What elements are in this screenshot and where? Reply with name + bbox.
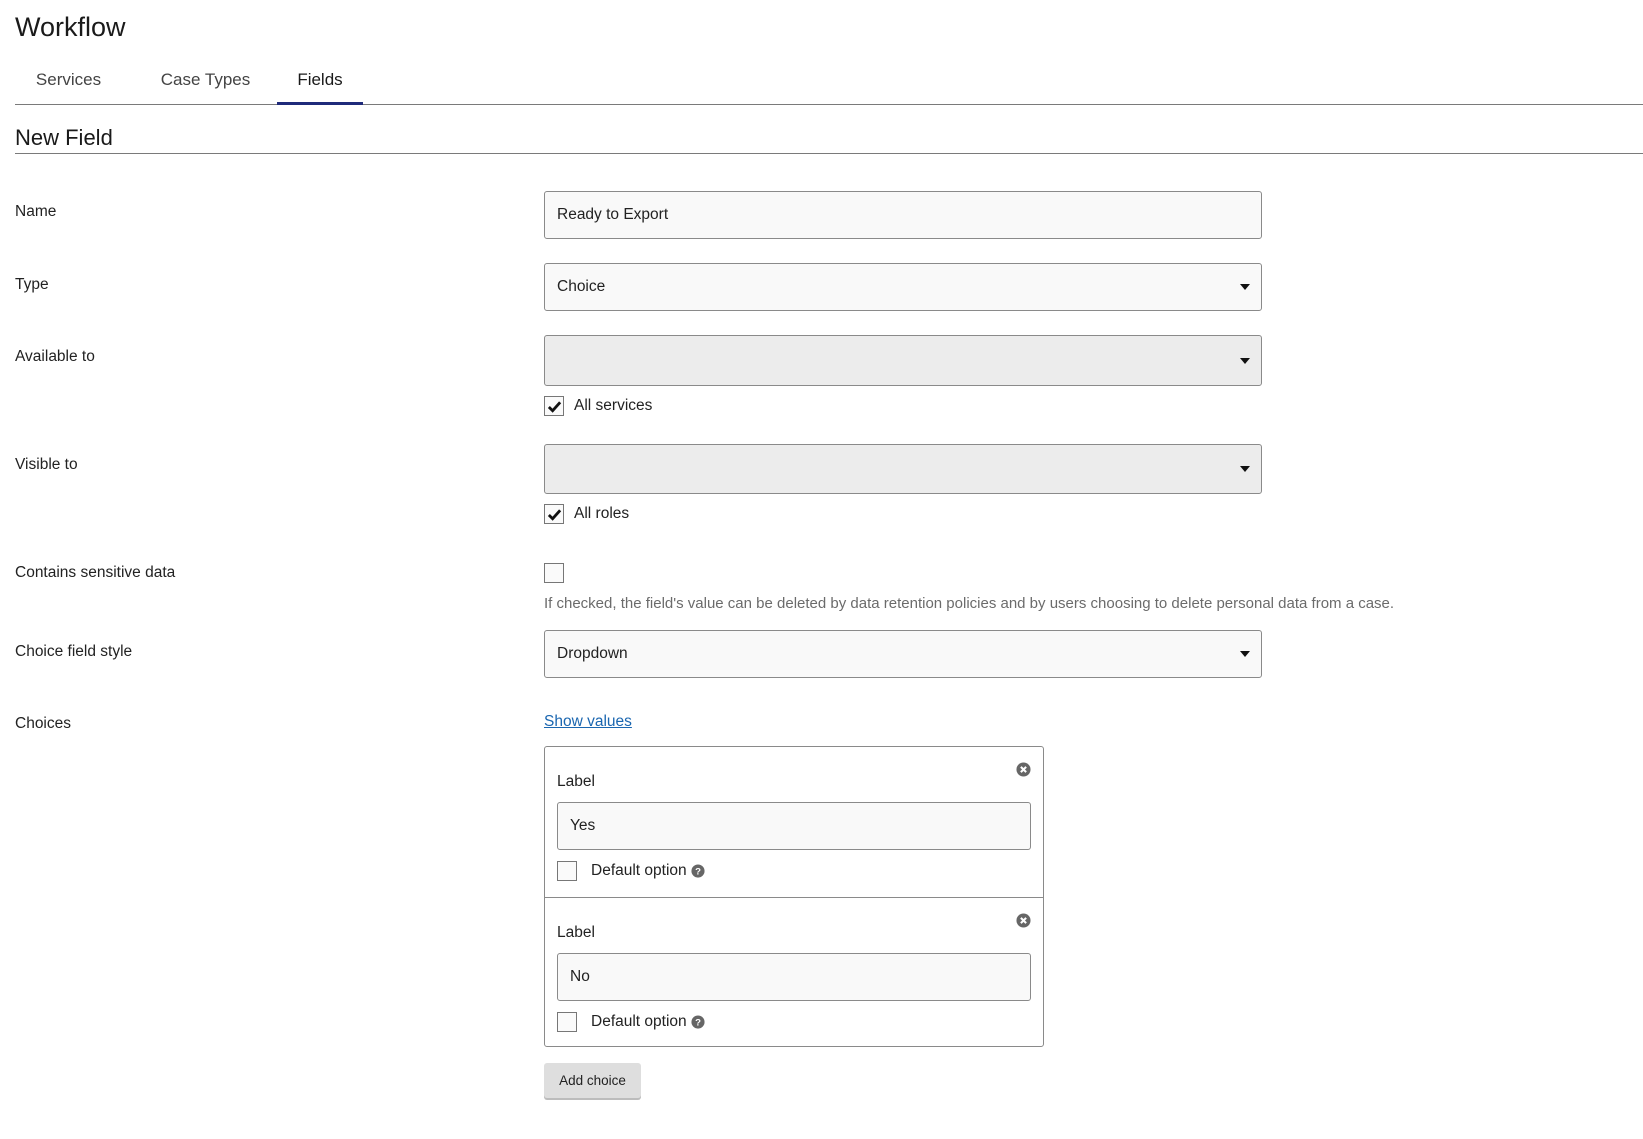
- available-to-label: Available to: [15, 348, 95, 365]
- all-services-label: All services: [574, 397, 653, 414]
- tab-case-types[interactable]: Case Types: [153, 62, 258, 105]
- all-services-checkbox[interactable]: [544, 396, 564, 416]
- visible-to-label: Visible to: [15, 456, 78, 473]
- all-roles-checkbox[interactable]: [544, 504, 564, 524]
- all-services-row: All services: [544, 396, 652, 416]
- default-option-checkbox[interactable]: [557, 1012, 577, 1032]
- choice-style-label: Choice field style: [15, 643, 133, 660]
- choice-item: Label No Default option ?: [545, 897, 1043, 1047]
- circle-x-icon[interactable]: [1016, 913, 1031, 928]
- default-option-label: Default option: [591, 862, 687, 879]
- svg-text:?: ?: [695, 867, 701, 878]
- type-select[interactable]: Choice: [544, 263, 1262, 311]
- svg-text:?: ?: [695, 1018, 701, 1029]
- choice-label-input[interactable]: No: [557, 953, 1031, 1001]
- circle-x-icon[interactable]: [1016, 762, 1031, 777]
- caret-down-icon: [1240, 466, 1250, 472]
- caret-down-icon: [1240, 357, 1250, 364]
- choice-style-select[interactable]: Dropdown: [544, 630, 1262, 678]
- all-roles-row: All roles: [544, 504, 629, 524]
- page-title: Workflow: [15, 12, 126, 42]
- add-choice-button[interactable]: Add choice: [544, 1063, 641, 1098]
- available-to-select[interactable]: [544, 335, 1262, 386]
- caret-down-icon: [1240, 284, 1250, 290]
- question-circle-icon[interactable]: ?: [691, 864, 705, 878]
- choices-label: Choices: [15, 715, 71, 732]
- checkmark-icon: [547, 508, 561, 521]
- caret-down-icon: [1240, 651, 1250, 657]
- default-option-label: Default option: [591, 1013, 687, 1030]
- checkmark-icon: [547, 400, 561, 413]
- question-circle-icon[interactable]: ?: [691, 1015, 705, 1029]
- choice-style-value: Dropdown: [557, 645, 628, 662]
- default-option-row: Default option ?: [557, 1012, 705, 1032]
- all-roles-label: All roles: [574, 505, 630, 522]
- choice-item: Label Yes Default option ?: [545, 747, 1043, 897]
- default-option-checkbox[interactable]: [557, 861, 577, 881]
- name-input[interactable]: [544, 191, 1262, 239]
- default-option-row: Default option ?: [557, 861, 705, 881]
- show-values-link[interactable]: Show values: [544, 713, 632, 731]
- tab-bar: Services Case Types Fields: [15, 62, 1643, 105]
- name-label: Name: [15, 203, 57, 220]
- tab-fields[interactable]: Fields: [277, 62, 363, 105]
- sensitive-data-checkbox[interactable]: [544, 563, 564, 583]
- tab-services[interactable]: Services: [35, 62, 102, 105]
- type-select-value: Choice: [557, 278, 606, 295]
- choice-label-caption: Label: [557, 924, 595, 941]
- type-label: Type: [15, 276, 49, 293]
- choice-label-caption: Label: [557, 773, 595, 790]
- section-title: New Field: [15, 125, 1643, 154]
- choices-list: Label Yes Default option ? Label No Defa…: [544, 746, 1044, 1047]
- sensitive-data-hint: If checked, the field's value can be del…: [544, 595, 1395, 612]
- choice-label-input[interactable]: Yes: [557, 802, 1031, 850]
- sensitive-data-label: Contains sensitive data: [15, 564, 176, 581]
- visible-to-select[interactable]: [544, 444, 1262, 494]
